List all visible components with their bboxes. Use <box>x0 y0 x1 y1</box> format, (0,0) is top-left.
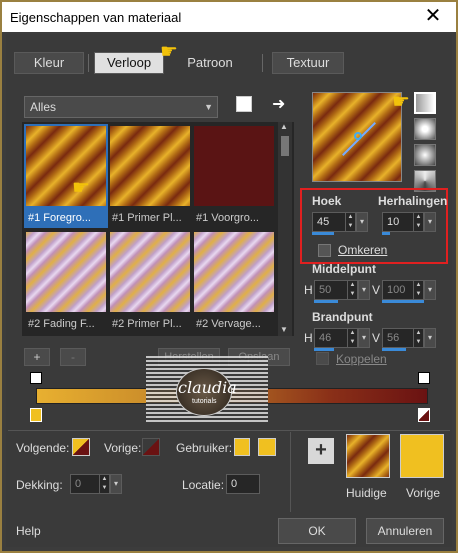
tab-kleur[interactable]: Kleur <box>14 52 84 74</box>
previous-label: Vorige <box>406 486 441 500</box>
gradient-thumb[interactable] <box>26 126 106 206</box>
previous-swatch[interactable] <box>400 434 444 478</box>
tab-patroon[interactable]: Patroon <box>174 52 246 74</box>
focal-h-label: H <box>304 331 313 345</box>
watermark-sub: tutorials <box>192 398 217 405</box>
angle-input[interactable]: 45 ▲ ▼ ▾ <box>312 212 368 232</box>
category-dropdown[interactable]: Alles ▼ <box>24 96 218 118</box>
thumb-label: #2 Vervage... <box>196 318 261 330</box>
repeats-slider[interactable] <box>382 232 390 235</box>
divider <box>290 432 291 512</box>
end-stop-icon[interactable] <box>418 408 430 422</box>
chevron-down-icon: ▼ <box>204 102 213 112</box>
center-label: Middelpunt <box>312 262 376 276</box>
link-label: Koppelen <box>336 352 387 366</box>
ok-button[interactable]: OK <box>278 518 356 544</box>
center-handle[interactable] <box>354 132 362 140</box>
category-value: Alles <box>30 100 57 114</box>
repeats-input[interactable]: 10 ▲ ▼ ▾ <box>382 212 436 232</box>
user-swatch-2[interactable] <box>258 438 276 456</box>
pointing-hand-icon: ☛ <box>392 91 410 113</box>
radial-style-icon[interactable] <box>414 144 436 166</box>
thumb-label: #1 Primer Pl... <box>112 212 182 224</box>
next-swatch[interactable] <box>72 438 90 456</box>
thumb-label: #1 Foregro... <box>28 212 91 224</box>
tab-textuur[interactable]: Textuur <box>272 52 344 74</box>
arrow-right-icon[interactable]: ➜ <box>272 94 285 114</box>
current-swatch[interactable] <box>346 434 390 478</box>
window-title: Eigenschappen van materiaal <box>10 10 182 25</box>
invert-label: Omkeren <box>338 243 388 257</box>
close-icon[interactable]: ✕ <box>422 5 444 27</box>
focal-v-slider[interactable] <box>382 348 406 351</box>
watermark-text: claudia <box>178 378 237 397</box>
stop-marker-icon[interactable] <box>418 372 430 384</box>
gradient-thumb[interactable] <box>194 232 274 312</box>
angle-label: Hoek <box>312 194 342 208</box>
divider <box>8 430 450 431</box>
link-checkbox[interactable] <box>316 352 329 365</box>
gradient-thumb[interactable] <box>194 126 274 206</box>
angle-slider[interactable] <box>312 232 334 235</box>
thumb-label: #2 Primer Pl... <box>112 318 182 330</box>
gradient-thumb[interactable] <box>110 232 190 312</box>
invert-checkbox[interactable] <box>318 244 331 257</box>
opacity-input[interactable]: 0 ▲ ▼ ▾ <box>70 474 122 494</box>
focal-h-slider[interactable] <box>314 348 334 351</box>
help-link[interactable]: Help <box>16 524 41 538</box>
center-v-label: V <box>372 283 381 297</box>
pointing-hand-icon: ☛ <box>72 177 90 199</box>
remove-button[interactable]: - <box>60 348 86 366</box>
center-v-slider[interactable] <box>382 300 424 303</box>
center-h-label: H <box>304 283 313 297</box>
stop-marker-icon[interactable] <box>30 372 42 384</box>
center-h-slider[interactable] <box>314 300 338 303</box>
center-v-input[interactable]: 100 ▲ ▼ ▾ <box>382 280 436 300</box>
add-button[interactable]: + <box>24 348 50 366</box>
focal-v-input[interactable]: 56 ▲ ▼ ▾ <box>382 328 436 348</box>
location-label: Locatie: <box>182 478 225 492</box>
add-swatch-button[interactable]: + <box>308 438 334 464</box>
tab-verloop[interactable]: Verloop <box>94 52 164 74</box>
thumb-label: #2 Fading F... <box>28 318 95 330</box>
prev-label: Vorige: <box>104 441 142 455</box>
focal-label: Brandpunt <box>312 310 373 324</box>
pointing-hand-icon: ☛ <box>160 41 178 63</box>
user-label: Gebruiker: <box>176 441 233 455</box>
next-label: Volgende: <box>16 441 70 455</box>
repeats-label: Herhalingen <box>378 194 448 208</box>
rectangular-style-icon[interactable] <box>414 118 436 140</box>
gradient-thumb[interactable] <box>26 232 106 312</box>
gradient-thumb[interactable] <box>110 126 190 206</box>
list-view-icon[interactable] <box>236 96 252 112</box>
location-input[interactable]: 0 <box>226 474 260 494</box>
cancel-button[interactable]: Annuleren <box>366 518 444 544</box>
current-label: Huidige <box>346 486 387 500</box>
divider <box>262 54 263 72</box>
linear-style-icon[interactable] <box>414 92 436 114</box>
divider <box>88 54 89 72</box>
user-swatch-1[interactable] <box>234 438 250 456</box>
title-bar: Eigenschappen van materiaal ✕ <box>2 2 456 32</box>
start-stop-icon[interactable] <box>30 408 42 422</box>
focal-v-label: V <box>372 331 381 345</box>
scrollbar[interactable]: ▲ ▼ <box>278 122 292 336</box>
prev-swatch[interactable] <box>142 438 160 456</box>
thumb-label: #1 Voorgro... <box>196 212 259 224</box>
focal-h-input[interactable]: 46 ▲ ▼ ▾ <box>314 328 370 348</box>
center-h-input[interactable]: 50 ▲ ▼ ▾ <box>314 280 370 300</box>
opacity-label: Dekking: <box>16 478 63 492</box>
